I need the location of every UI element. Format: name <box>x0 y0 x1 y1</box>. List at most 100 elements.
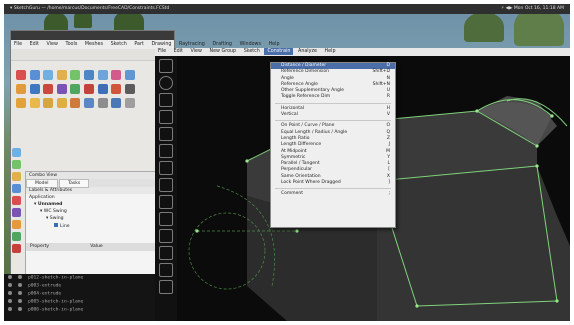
menu-part[interactable]: Part <box>131 40 146 49</box>
checkbox-icon[interactable] <box>18 299 22 303</box>
arc-tool-icon[interactable] <box>159 93 173 107</box>
eye-icon[interactable] <box>8 291 12 295</box>
palette-tool-3-icon[interactable] <box>12 172 21 181</box>
console-line: p006-sketch-in-plane <box>4 306 164 314</box>
construction-toggle-icon[interactable] <box>159 246 173 260</box>
text-tool-icon[interactable] <box>159 195 173 209</box>
menu-file[interactable]: File <box>11 40 25 49</box>
circle-tool-icon[interactable] <box>159 76 173 90</box>
menu-item-shortcut: ] <box>388 180 390 186</box>
chamfer-icon[interactable] <box>70 84 81 94</box>
palette-tool-1-icon[interactable] <box>12 148 21 157</box>
menu-file[interactable]: File <box>155 48 169 55</box>
boolean-icon[interactable] <box>16 98 26 108</box>
step-translate-icon[interactable] <box>159 280 173 294</box>
torus-icon[interactable] <box>70 70 81 80</box>
menu-item-label: Angle <box>281 75 294 81</box>
loft-icon[interactable] <box>83 84 94 94</box>
eye-icon[interactable] <box>8 283 12 287</box>
sketch-point[interactable] <box>295 229 299 233</box>
eye-icon[interactable] <box>8 299 12 303</box>
menu-sketch[interactable]: Sketch <box>108 40 130 49</box>
menu-tools[interactable]: Tools <box>63 40 81 49</box>
menu-view[interactable]: View <box>44 40 61 49</box>
menu-item-toggle-reference-dim[interactable]: Toggle Reference Dim R <box>271 94 395 100</box>
palette-tool-4-icon[interactable] <box>12 184 21 193</box>
box-icon[interactable] <box>16 70 26 80</box>
menu-edit[interactable]: Edit <box>27 40 42 49</box>
extrude-icon[interactable] <box>16 84 26 94</box>
sketch-point[interactable] <box>535 144 539 148</box>
split-curves-icon[interactable] <box>159 229 173 243</box>
sketch-point[interactable] <box>550 114 554 118</box>
sphere-icon[interactable] <box>43 70 54 80</box>
menu-analyze[interactable]: Analyze <box>295 48 320 55</box>
sketch-point[interactable] <box>245 159 249 163</box>
cut-icon[interactable] <box>29 98 40 108</box>
cubic-spline-icon[interactable] <box>159 178 173 192</box>
menu-help[interactable]: Help <box>322 48 339 55</box>
menu-sketch[interactable]: Sketch <box>241 48 263 55</box>
mirror-icon[interactable] <box>43 84 54 94</box>
checkbox-icon[interactable] <box>18 283 22 287</box>
sweep-icon[interactable] <box>97 84 108 94</box>
checkbox-icon[interactable] <box>18 275 22 279</box>
menu-item-label: At Midpoint <box>281 148 307 154</box>
sketch-point[interactable] <box>475 109 479 113</box>
offset-icon[interactable] <box>111 84 122 94</box>
sketch-point[interactable] <box>195 229 199 233</box>
sketch-point[interactable] <box>535 164 539 168</box>
menu-item-lock-point[interactable]: Lock Point Where Dragged] <box>271 180 395 186</box>
tree-item-document[interactable]: ▾ Unnamed <box>26 201 160 208</box>
sketch-point[interactable] <box>415 304 419 308</box>
point-tool-icon[interactable] <box>159 144 173 158</box>
checkbox-icon[interactable] <box>18 307 22 311</box>
step-rotate-icon[interactable] <box>159 263 173 277</box>
common-icon[interactable] <box>56 98 67 108</box>
palette-tool-8-icon[interactable] <box>12 232 21 241</box>
tube-icon[interactable] <box>83 70 94 80</box>
cylinder-icon[interactable] <box>29 70 40 80</box>
tree-item-body[interactable]: ▾ WC Swing <box>26 208 160 215</box>
cross-section-icon[interactable] <box>83 98 94 108</box>
palette-tool-5-icon[interactable] <box>12 196 21 205</box>
menu-constrain[interactable]: Constrain <box>264 48 294 55</box>
palette-tool-6-icon[interactable] <box>12 208 21 217</box>
revolve-icon[interactable] <box>29 84 40 94</box>
thickness-icon[interactable] <box>124 84 135 94</box>
menu-item-comment[interactable]: Comment; <box>271 191 395 197</box>
palette-tool-2-icon[interactable] <box>12 160 21 169</box>
fuse-icon[interactable] <box>43 98 54 108</box>
shape-builder-icon[interactable] <box>124 70 135 80</box>
image-tool-icon[interactable] <box>159 212 173 226</box>
menu-edit[interactable]: Edit <box>171 48 186 55</box>
explode-icon[interactable] <box>111 98 122 108</box>
menu-new-group[interactable]: New Group <box>207 48 240 55</box>
menu-meshes[interactable]: Meshes <box>82 40 106 49</box>
cone-icon[interactable] <box>56 70 67 80</box>
system-tray-clock[interactable]: ⚡ ◀▶ Mon Oct 16, 11:18 AM <box>501 6 564 11</box>
menu-view[interactable]: View <box>188 48 205 55</box>
workplane-icon[interactable] <box>159 127 173 141</box>
eye-icon[interactable] <box>8 275 12 279</box>
palette-tool-9-icon[interactable] <box>12 244 21 253</box>
section-icon[interactable] <box>70 98 81 108</box>
prism-icon[interactable] <box>97 70 108 80</box>
checkbox-icon[interactable] <box>18 291 22 295</box>
menu-item-vertical[interactable]: Vertical V <box>271 112 395 118</box>
compound-icon[interactable] <box>97 98 108 108</box>
line-tool-icon[interactable] <box>159 59 173 73</box>
fillet-icon[interactable] <box>56 84 67 94</box>
tree-item-line[interactable]: Line <box>26 222 160 230</box>
tree-item-sketch[interactable]: ▾ Swing <box>26 215 160 222</box>
eye-icon[interactable] <box>8 307 12 311</box>
menu-item-label: Reference Angle <box>281 81 318 87</box>
wedge-icon[interactable] <box>111 70 122 80</box>
tab-tasks[interactable]: Tasks <box>59 179 90 188</box>
sketch-point[interactable] <box>555 299 559 303</box>
check-geometry-icon[interactable] <box>124 98 135 108</box>
tangent-arc-icon[interactable] <box>159 161 173 175</box>
rectangle-tool-icon[interactable] <box>159 110 173 124</box>
palette-tool-7-icon[interactable] <box>12 220 21 229</box>
tab-model[interactable]: Model <box>26 179 58 188</box>
